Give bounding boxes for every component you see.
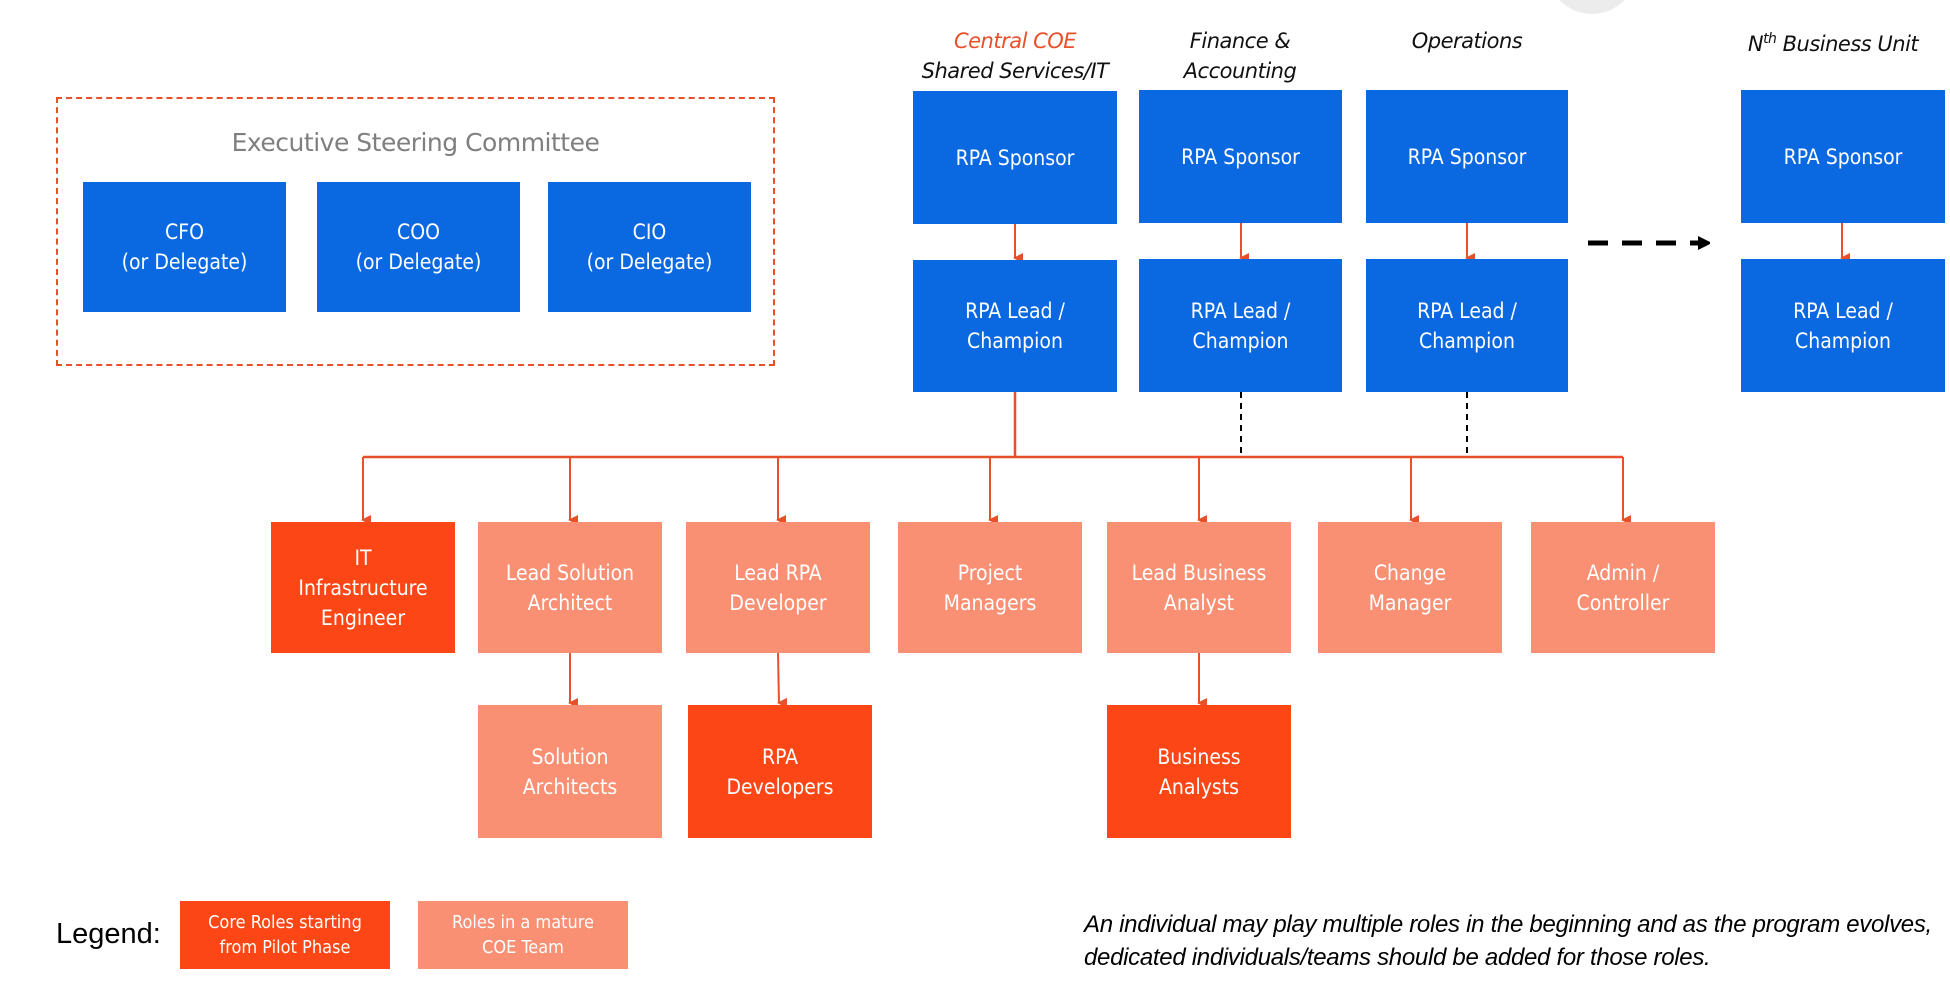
header-operations: Operations: [1411, 29, 1523, 53]
finance-rpa-sponsor[interactable]: RPA Sponsor: [1139, 90, 1342, 223]
role-label: Admin / Controller: [1576, 560, 1670, 615]
role-label: Change Manager: [1368, 560, 1452, 615]
arrow-to-rpa-developers: [777, 652, 788, 708]
role-change-manager[interactable]: Change Manager: [1318, 522, 1502, 653]
role-label: RPA Developers: [726, 744, 834, 799]
legend-label: Legend:: [56, 918, 161, 950]
role-label: IT Infrastructure Engineer: [298, 545, 428, 630]
role-label: Business Analysts: [1157, 744, 1241, 799]
role-rpa-developers[interactable]: RPA Developers: [688, 705, 872, 838]
rpa-lead-label: RPA Lead / Champion: [1190, 298, 1291, 353]
rpa-sponsor-label: RPA Sponsor: [1407, 144, 1527, 169]
header-central-coe-sub: Shared Services/IT: [921, 59, 1109, 83]
coe-rpa-sponsor[interactable]: RPA Sponsor: [913, 91, 1117, 224]
role-label: Project Managers: [943, 560, 1037, 615]
header-nth-sup: th: [1763, 31, 1777, 47]
role-business-analysts[interactable]: Business Analysts: [1107, 705, 1291, 838]
role-it-infrastructure-engineer[interactable]: IT Infrastructure Engineer: [271, 522, 455, 653]
operations-rpa-lead[interactable]: RPA Lead / Champion: [1366, 259, 1568, 392]
rpa-sponsor-label: RPA Sponsor: [955, 145, 1075, 170]
header-central-coe-accent: Central COE: [953, 29, 1077, 53]
exec-member-cfo[interactable]: CFO (or Delegate): [83, 182, 286, 312]
role-lead-rpa-developer[interactable]: Lead RPA Developer: [686, 522, 870, 653]
legend-mature-roles: Roles in a mature COE Team: [418, 901, 628, 969]
operations-rpa-sponsor[interactable]: RPA Sponsor: [1366, 90, 1568, 223]
header-nth-business-unit: Nth Business Unit: [1716, 24, 1950, 59]
finance-rpa-lead[interactable]: RPA Lead / Champion: [1139, 259, 1342, 392]
role-label: Lead Business Analyst: [1131, 560, 1267, 615]
role-admin-controller[interactable]: Admin / Controller: [1531, 522, 1715, 653]
rpa-lead-label: RPA Lead / Champion: [1793, 298, 1893, 353]
exec-member-label: COO (or Delegate): [355, 220, 482, 274]
legend-item-label: Core Roles starting from Pilot Phase: [208, 912, 362, 958]
exec-member-cio[interactable]: CIO (or Delegate): [548, 182, 751, 312]
exec-member-label: CFO (or Delegate): [121, 220, 248, 274]
legend-core-roles: Core Roles starting from Pilot Phase: [180, 901, 390, 969]
header-nth-prefix: N: [1747, 32, 1764, 56]
rpa-lead-label: RPA Lead / Champion: [965, 299, 1065, 353]
role-lead-solution-architect[interactable]: Lead Solution Architect: [478, 522, 662, 653]
footnote: An individual may play multiple roles in…: [1084, 911, 1932, 971]
rpa-sponsor-label: RPA Sponsor: [1783, 144, 1903, 169]
executive-steering-committee-title: Executive Steering Committee: [231, 128, 600, 157]
role-lead-business-analyst[interactable]: Lead Business Analyst: [1107, 522, 1291, 653]
role-project-managers[interactable]: Project Managers: [898, 522, 1082, 653]
header-central-coe: Central COE Shared Services/IT: [900, 26, 1130, 86]
header-nth-text: Business Unit: [1776, 32, 1919, 56]
nth-unit-rpa-lead[interactable]: RPA Lead / Champion: [1741, 259, 1945, 392]
role-label: Solution Architects: [522, 744, 618, 799]
rpa-lead-label: RPA Lead / Champion: [1417, 298, 1517, 353]
role-solution-architects[interactable]: Solution Architects: [478, 705, 662, 838]
rpa-sponsor-label: RPA Sponsor: [1181, 144, 1300, 169]
nth-unit-rpa-sponsor[interactable]: RPA Sponsor: [1741, 90, 1945, 223]
role-label: Lead Solution Architect: [505, 560, 635, 615]
coe-rpa-lead[interactable]: RPA Lead / Champion: [913, 260, 1117, 392]
role-label: Lead RPA Developer: [729, 560, 827, 615]
exec-member-label: CIO (or Delegate): [586, 220, 713, 274]
header-finance: Finance & Accounting: [1183, 29, 1297, 83]
legend-item-label: Roles in a mature COE Team: [452, 912, 594, 958]
exec-member-coo[interactable]: COO (or Delegate): [317, 182, 520, 312]
